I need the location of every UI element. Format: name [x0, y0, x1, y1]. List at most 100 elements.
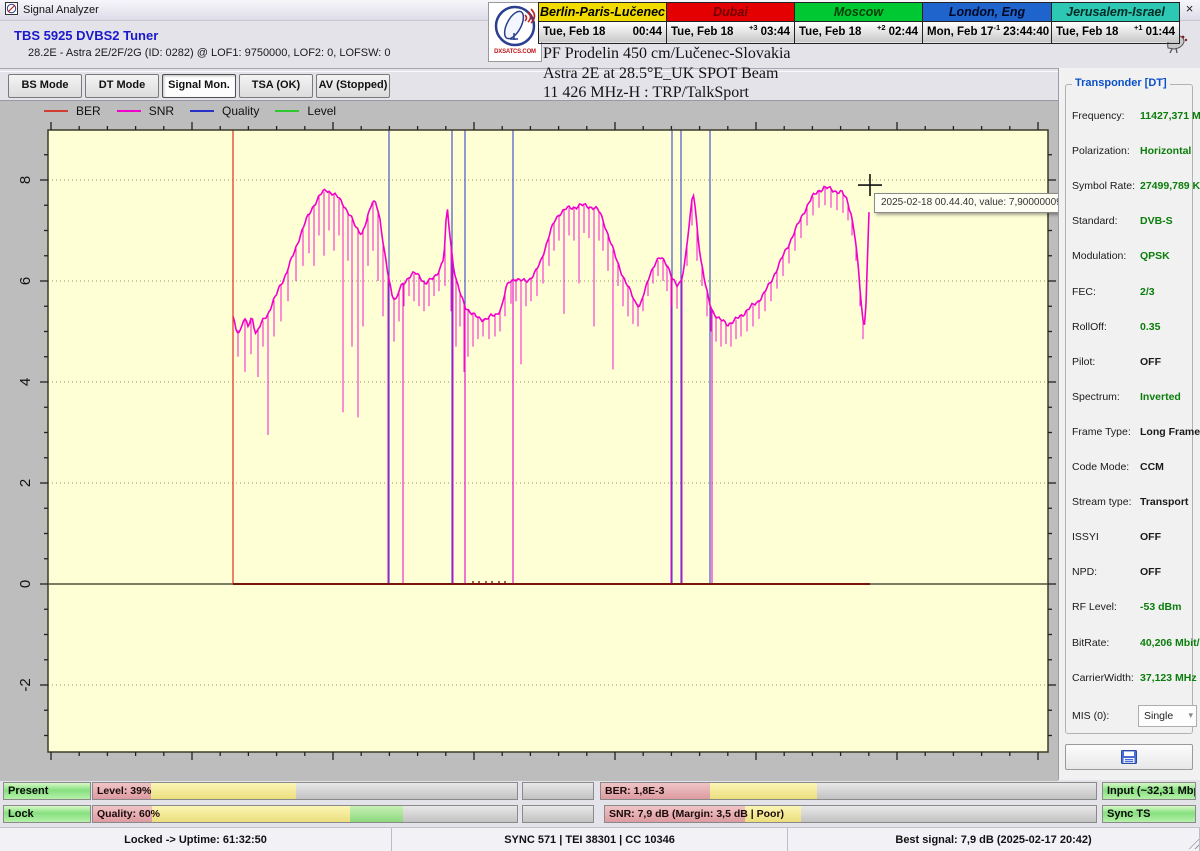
transponder-label: RollOff: [1072, 321, 1190, 333]
clock-date: Tue, Feb 18 [543, 26, 630, 38]
transponder-row: Stream type:Transport [1072, 496, 1190, 510]
transponder-row: NPD:OFF [1072, 566, 1190, 580]
progress-label: SNR: 7,9 dB (Margin: 3,5 dB | Poor) [609, 806, 784, 822]
transponder-row: Standard:DVB-S [1072, 215, 1190, 229]
clock-time-row: Tue, Feb 18+101:44 [1052, 22, 1179, 42]
clock-city-label: Moscow [795, 3, 922, 22]
transponder-title: Transponder [DT] [1072, 77, 1170, 89]
tab-signal-mon-[interactable]: Signal Mon. [162, 74, 236, 98]
transponder-row: Frame Type:Long Frame [1072, 426, 1190, 440]
y-axis-label: 2 [17, 479, 34, 487]
clock-utc-offset: +1 [1134, 23, 1143, 32]
dxsatcs-emblem [490, 3, 540, 51]
clock-utc-offset: +2 [877, 23, 886, 32]
progress-bar [522, 782, 594, 800]
transponder-value: 0.35 [1140, 321, 1160, 333]
transponder-value: CCM [1140, 461, 1164, 473]
tab-dt-mode[interactable]: DT Mode [85, 74, 159, 98]
clock-berlin-paris-lu-enec: Berlin-Paris-LučenecTue, Feb 1800:44 [539, 3, 667, 43]
info-line-2: Astra 2E at 28.5°E_UK SPOT Beam [543, 64, 791, 84]
window-title: Signal Analyzer [23, 4, 99, 16]
clock-date: Tue, Feb 18 [1056, 26, 1134, 38]
transponder-value: OFF [1140, 531, 1161, 543]
y-axis-label: 8 [17, 176, 34, 184]
clock-moscow: MoscowTue, Feb 18+202:44 [795, 3, 923, 43]
plot-area [48, 130, 1048, 752]
clock-time-row: Tue, Feb 1800:44 [539, 22, 666, 42]
transponder-row: Frequency:11427,371 MHz [1072, 110, 1190, 124]
status-badge: Sync TS [1102, 805, 1196, 823]
tab-av-stopped-[interactable]: AV (Stopped) [316, 74, 390, 98]
clock-city-label: Jerusalem-Israel [1052, 3, 1179, 22]
transponder-value: QPSK [1140, 250, 1170, 262]
dxsatcs-logo: DXSATCS.COM [488, 2, 542, 62]
progress-bar: Quality: 60% [92, 805, 518, 823]
progress-label: Level: 39% [97, 783, 151, 799]
progress-bar: Level: 39% [92, 782, 518, 800]
status-badge: Present [3, 782, 91, 800]
mode-tabs: BS ModeDT ModeSignal Mon.TSA (OK)AV (Sto… [8, 74, 390, 98]
transponder-row: RF Level:-53 dBm [1072, 601, 1190, 615]
status-bar: Locked -> Uptime: 61:32:50SYNC 571 | TEI… [0, 827, 1200, 851]
transponder-label: ISSYI [1072, 531, 1190, 543]
dxsatcs-logo-text: DXSATCS.COM [494, 49, 536, 55]
transponder-row: BitRate:40,206 Mbit/s [1072, 637, 1190, 651]
y-axis-label: 6 [17, 277, 34, 285]
transponder-value: OFF [1140, 566, 1161, 578]
status-best-signal: Best signal: 7,9 dB (2025-02-17 20:42) [788, 828, 1200, 851]
clock-city-label: London, Eng [923, 3, 1051, 22]
clock-city-label: Dubai [667, 3, 794, 22]
clock-london-eng: London, EngMon, Feb 17-123:44:40 [923, 3, 1052, 43]
clock-time-row: Tue, Feb 18+202:44 [795, 22, 922, 42]
progress-bar: BER: 1,8E-3 [600, 782, 1097, 800]
chevron-down-icon: ▾ [1188, 710, 1193, 721]
tuner-name: TBS 5925 DVBS2 Tuner [14, 28, 158, 43]
transponder-label: Pilot: [1072, 356, 1190, 368]
clock-time-value: 02:44 [889, 26, 918, 38]
save-button[interactable] [1065, 744, 1193, 770]
clock-date: Tue, Feb 18 [799, 26, 877, 38]
transponder-row: Pilot:OFF [1072, 356, 1190, 370]
progress-bar [522, 805, 594, 823]
transponder-value: DVB-S [1140, 215, 1173, 227]
mis-dropdown[interactable]: Single▾ [1138, 705, 1197, 727]
status-badge: Lock [3, 805, 91, 823]
transponder-value: 2/3 [1140, 286, 1155, 298]
floppy-disk-icon [1121, 750, 1137, 764]
transponder-label: FEC: [1072, 286, 1190, 298]
transponder-row: Symbol Rate:27499,789 KS/s [1072, 180, 1190, 194]
transponder-label: Modulation: [1072, 250, 1190, 262]
transponder-value: Horizontal [1140, 145, 1191, 157]
clock-time-row: Mon, Feb 17-123:44:40 [923, 22, 1051, 42]
transponder-row: Code Mode:CCM [1072, 461, 1190, 475]
transponder-row: ISSYIOFF [1072, 531, 1190, 545]
clock-date: Tue, Feb 18 [671, 26, 749, 38]
close-icon[interactable]: × [1181, 1, 1198, 18]
tab-tsa-ok-[interactable]: TSA (OK) [239, 74, 313, 98]
y-axis-label: 0 [17, 580, 34, 588]
clock-time-value: 01:44 [1146, 26, 1175, 38]
app-icon [5, 2, 18, 18]
transponder-value: 27499,789 KS/s [1140, 180, 1200, 192]
transponder-value: 11427,371 MHz [1140, 110, 1200, 122]
clock-time-row: Tue, Feb 18+303:44 [667, 22, 794, 42]
transponder-row: RollOff:0.35 [1072, 321, 1190, 335]
transponder-value: 37,123 MHz [1140, 672, 1197, 684]
transponder-value: 40,206 Mbit/s [1140, 637, 1200, 649]
transponder-label: NPD: [1072, 566, 1190, 578]
transponder-row: CarrierWidth:37,123 MHz [1072, 672, 1190, 686]
status-sync: SYNC 571 | TEI 38301 | CC 10346 [392, 828, 788, 851]
progress-label: Quality: 60% [97, 806, 160, 822]
clock-date: Mon, Feb 17 [927, 26, 993, 38]
transponder-row: FEC:2/3 [1072, 286, 1190, 300]
transponder-row: Spectrum:Inverted [1072, 391, 1190, 405]
clock-utc-offset: -1 [993, 23, 1000, 32]
clock-dubai: DubaiTue, Feb 18+303:44 [667, 3, 795, 43]
tab-bs-mode[interactable]: BS Mode [8, 74, 82, 98]
y-axis-label: 4 [17, 378, 34, 386]
transponder-value: Long Frame [1140, 426, 1200, 438]
clock-time-value: 00:44 [633, 26, 662, 38]
transponder-row: Modulation:QPSK [1072, 250, 1190, 264]
progress-bar: SNR: 7,9 dB (Margin: 3,5 dB | Poor) [604, 805, 1097, 823]
clock-jerusalem-israel: Jerusalem-IsraelTue, Feb 18+101:44 [1052, 3, 1179, 43]
